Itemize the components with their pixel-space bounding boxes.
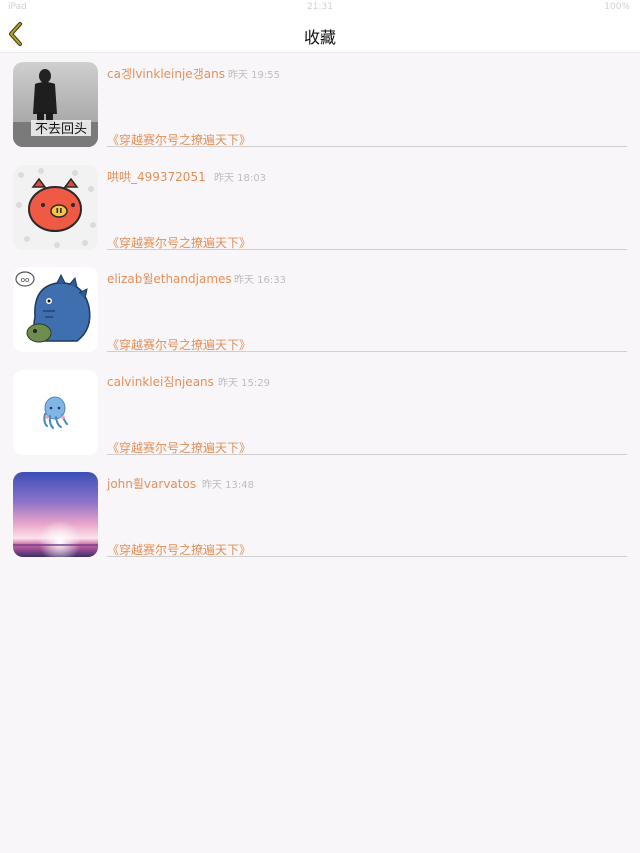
author-name[interactable]: 哄哄_499372051 [107,168,206,185]
page-title: 收藏 [303,28,336,47]
list-item[interactable]: john휠varvatos 昨天 13:48 《穿越赛尔号之撩遍天下》 [0,463,640,566]
squid-sticker-image [13,369,98,455]
author-name[interactable]: calvinklei짐njeans [107,373,214,390]
sunset-photo-image [13,472,98,557]
divider [107,453,627,455]
list-item[interactable]: 哄哄_499372051 昨天 18:03 《穿越赛尔号之撩遍天下》 [0,156,640,259]
author-name[interactable]: ca겡lvinkleinje갱ans [107,65,225,82]
avatar[interactable] [13,369,98,455]
divider [107,248,627,250]
favorites-page: iPad 21:31 100% 收藏 不去回头 ca겡lvinkleinje갱a… [0,0,640,853]
status-time: 21:31 [307,2,333,12]
favorite-time: 昨天 18:03 [214,172,266,184]
favorite-time: 昨天 15:29 [218,377,270,389]
avatar[interactable] [13,472,98,557]
favorite-time: 昨天 19:55 [228,70,280,81]
person-photo-image: 不去回头 [13,62,98,147]
favorite-time: 昨天 16:33 [234,275,286,286]
list-item[interactable]: 不去回头 ca겡lvinkleinje갱ans 昨天 19:55 《穿越赛尔号之… [0,53,640,156]
svg-text:不去回头: 不去回头 [35,122,87,137]
divider [107,146,627,147]
divider [107,351,627,352]
avatar[interactable]: oo [13,267,98,352]
avatar[interactable]: 不去回头 [13,62,98,147]
author-name[interactable]: john휠varvatos [107,475,196,492]
navigation-bar: 收藏 [0,16,640,53]
list-item[interactable]: calvinklei짐njeans 昨天 15:29 《穿越赛尔号之撩遍天下》 [0,361,640,464]
list-item[interactable]: oo elizab윌ethandjames 昨天 16:33 《穿越赛尔号之撩遍… [0,258,640,361]
status-battery: 100% [604,2,630,12]
dino-sticker-image: oo [13,267,98,352]
favorite-time: 昨天 13:48 [202,480,254,491]
author-name[interactable]: elizab윌ethandjames [107,270,232,287]
divider [107,556,627,557]
favorites-list: 不去回头 ca겡lvinkleinje갱ans 昨天 19:55 《穿越赛尔号之… [0,53,640,566]
pig-sticker-image [13,164,98,250]
avatar[interactable] [13,164,98,250]
svg-text:oo: oo [21,276,30,284]
status-bar: iPad 21:31 100% [0,0,640,16]
